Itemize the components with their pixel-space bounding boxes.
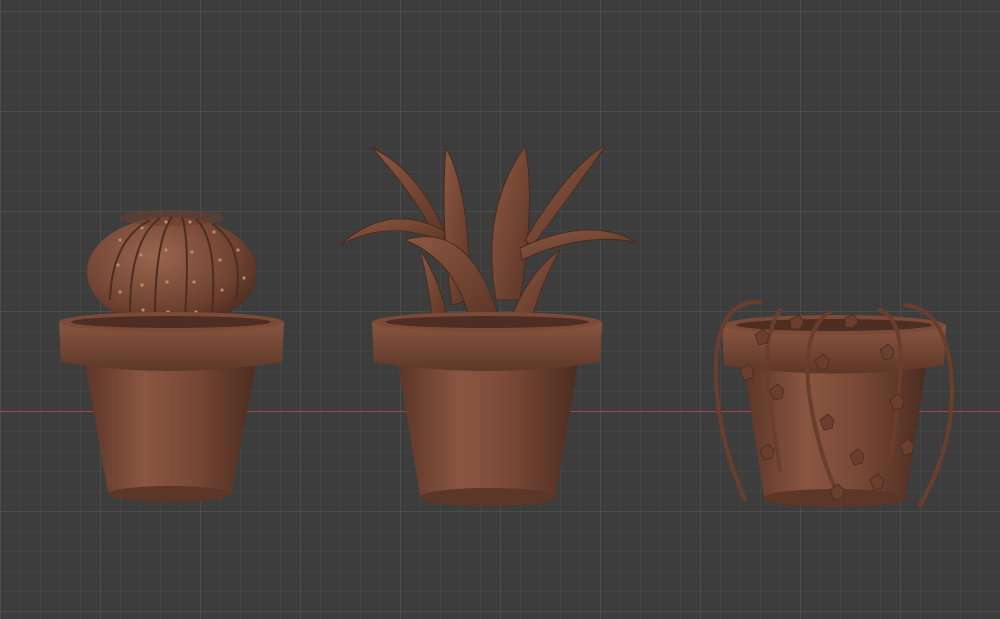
ivy-pot-model[interactable]: [713, 299, 955, 507]
scene-models: [59, 144, 955, 507]
cactus-pot-model[interactable]: [59, 210, 284, 502]
agave-pot-model[interactable]: [339, 144, 637, 506]
pot-body: [83, 352, 258, 499]
pot-body: [396, 352, 580, 503]
3d-viewport[interactable]: [0, 0, 1000, 619]
agave-leaves: [339, 144, 637, 321]
barrel-cactus: [87, 210, 257, 327]
